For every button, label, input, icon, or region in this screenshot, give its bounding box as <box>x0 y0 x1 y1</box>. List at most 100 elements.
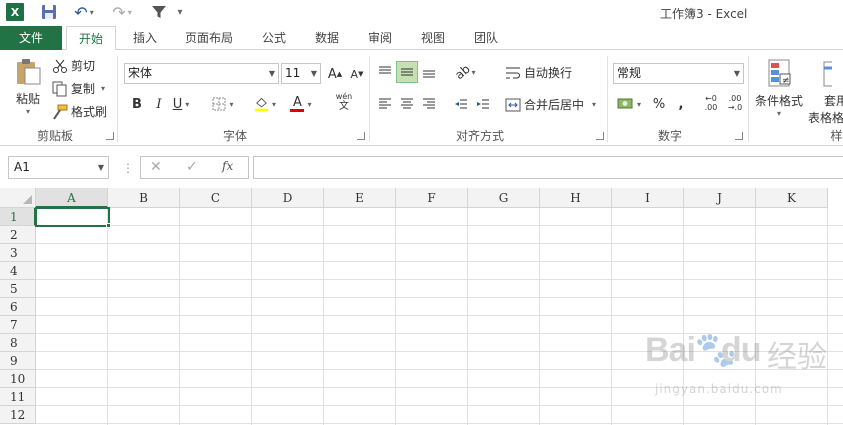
font-launcher-icon[interactable] <box>357 132 365 140</box>
column-header-g[interactable]: G <box>468 188 540 208</box>
column-header-a[interactable]: A <box>36 188 108 208</box>
phonetic-button[interactable]: wén 文 <box>333 91 355 113</box>
row-header-4[interactable]: 4 <box>0 262 36 280</box>
tab-file[interactable]: 文件 <box>0 26 62 50</box>
row-header-11[interactable]: 11 <box>0 388 36 406</box>
column-header-f[interactable]: F <box>396 188 468 208</box>
align-right-button[interactable] <box>418 93 440 115</box>
customize-qat-icon[interactable]: ▾ <box>174 3 186 21</box>
enter-icon[interactable]: ✓ <box>186 159 198 175</box>
copy-button[interactable]: 复制 ▾ <box>52 80 105 97</box>
tab-view[interactable]: 视图 <box>417 26 449 50</box>
tab-insert[interactable]: 插入 <box>128 26 162 50</box>
italic-button[interactable]: I <box>148 93 170 115</box>
column-header-k[interactable]: K <box>756 188 828 208</box>
select-all-corner[interactable] <box>0 188 36 208</box>
row-header-5[interactable]: 5 <box>0 280 36 298</box>
insert-function-button[interactable]: fx <box>222 159 233 173</box>
column-header-d[interactable]: D <box>252 188 324 208</box>
number-launcher-icon[interactable] <box>735 132 743 140</box>
format-painter-button[interactable]: 格式刷 <box>52 103 107 120</box>
fill-color-button[interactable]: ▾ <box>254 93 276 115</box>
name-box[interactable]: A1 ▼ <box>8 156 109 179</box>
tab-review[interactable]: 审阅 <box>364 26 396 50</box>
cancel-icon[interactable]: ✕ <box>150 159 162 175</box>
tab-home[interactable]: 开始 <box>66 26 116 51</box>
shrink-font-button[interactable]: A ▼ <box>346 63 368 85</box>
tab-team[interactable]: 团队 <box>470 26 502 50</box>
formula-input[interactable] <box>253 156 843 179</box>
merge-center-label: 合并后居中 <box>524 98 585 112</box>
align-top-button[interactable] <box>374 61 396 83</box>
chevron-down-icon: ▾ <box>271 99 276 109</box>
align-bottom-button[interactable] <box>418 61 440 83</box>
row-header-1[interactable]: 1 <box>0 208 36 226</box>
row-header-6[interactable]: 6 <box>0 298 36 316</box>
filter-icon[interactable] <box>150 3 168 21</box>
chevron-down-icon: ▾ <box>636 99 641 109</box>
merge-center-button[interactable]: 合并后居中 ▾ <box>505 96 596 113</box>
chevron-down-icon: ▾ <box>307 99 312 109</box>
svg-text:≠: ≠ <box>782 76 790 86</box>
formula-bar-grip-icon[interactable]: ⋮ <box>122 161 134 175</box>
tab-page-layout[interactable]: 页面布局 <box>182 26 236 50</box>
column-header-e[interactable]: E <box>324 188 396 208</box>
watermark-brand: Bai <box>645 331 696 369</box>
paste-icon <box>17 59 41 85</box>
save-icon[interactable] <box>40 3 58 21</box>
decrease-indent-button[interactable] <box>450 93 472 115</box>
bold-button[interactable]: B <box>126 93 148 115</box>
increase-indent-button[interactable] <box>472 93 494 115</box>
font-name-select[interactable]: 宋体 ▼ <box>124 63 279 84</box>
tab-data[interactable]: 数据 <box>311 26 343 50</box>
font-name-value: 宋体 <box>128 66 153 80</box>
font-color-button[interactable]: A ▾ <box>290 93 312 115</box>
conditional-format-icon: ≠ <box>768 59 791 87</box>
paste-button[interactable]: 粘贴 ▾ <box>10 56 46 116</box>
column-header-b[interactable]: B <box>108 188 180 208</box>
align-left-button[interactable] <box>374 93 396 115</box>
active-cell-a1[interactable] <box>35 207 110 227</box>
fill-handle[interactable] <box>106 223 111 228</box>
redo-icon[interactable]: ↷ ▾ <box>108 3 136 22</box>
grow-font-button[interactable]: A ▲ <box>324 63 346 85</box>
align-center-icon <box>401 98 413 109</box>
percent-button[interactable]: % <box>648 93 670 115</box>
increase-decimal-button[interactable]: ←0 .00 <box>700 92 722 114</box>
decrease-decimal-button[interactable]: .00 →.0 <box>724 92 746 114</box>
number-format-select[interactable]: 常规 ▼ <box>613 63 744 84</box>
tab-formulas[interactable]: 公式 <box>258 26 290 50</box>
formula-bar: A1 ▼ ⋮ ✕ ✓ fx <box>0 151 843 183</box>
comma-button[interactable]: , <box>670 93 692 115</box>
align-middle-button[interactable] <box>396 61 418 83</box>
align-center-button[interactable] <box>396 93 418 115</box>
number-format-value: 常规 <box>617 66 642 80</box>
column-header-j[interactable]: J <box>684 188 756 208</box>
column-header-c[interactable]: C <box>180 188 252 208</box>
row-header-7[interactable]: 7 <box>0 316 36 334</box>
column-header-h[interactable]: H <box>540 188 612 208</box>
format-as-table-button[interactable]: 套用 表格格 <box>808 58 843 126</box>
row-header-3[interactable]: 3 <box>0 244 36 262</box>
column-header-i[interactable]: I <box>612 188 684 208</box>
styles-group-label: 样 <box>830 129 843 143</box>
font-size-select[interactable]: 11 ▼ <box>281 63 321 84</box>
row-header-12[interactable]: 12 <box>0 406 36 424</box>
format-as-table-label-1: 套用 <box>824 94 843 108</box>
clipboard-launcher-icon[interactable] <box>106 132 114 140</box>
group-divider <box>369 56 370 142</box>
row-header-10[interactable]: 10 <box>0 370 36 388</box>
row-header-9[interactable]: 9 <box>0 352 36 370</box>
undo-icon[interactable]: ↶ ▾ <box>70 3 98 22</box>
underline-button[interactable]: U ▾ <box>170 93 192 115</box>
alignment-launcher-icon[interactable] <box>596 132 604 140</box>
borders-button[interactable]: ▾ <box>212 93 234 115</box>
row-header-8[interactable]: 8 <box>0 334 36 352</box>
orientation-button[interactable]: ab ▾ <box>450 61 480 83</box>
accounting-format-button[interactable]: ▾ <box>613 93 645 115</box>
conditional-format-button[interactable]: ≠ 条件格式 ▾ <box>752 58 806 118</box>
row-header-2[interactable]: 2 <box>0 226 36 244</box>
decrease-decimal-bottom: →.0 <box>727 103 743 112</box>
cut-button[interactable]: 剪切 <box>52 57 95 74</box>
wrap-text-button[interactable]: 自动换行 <box>505 64 572 81</box>
